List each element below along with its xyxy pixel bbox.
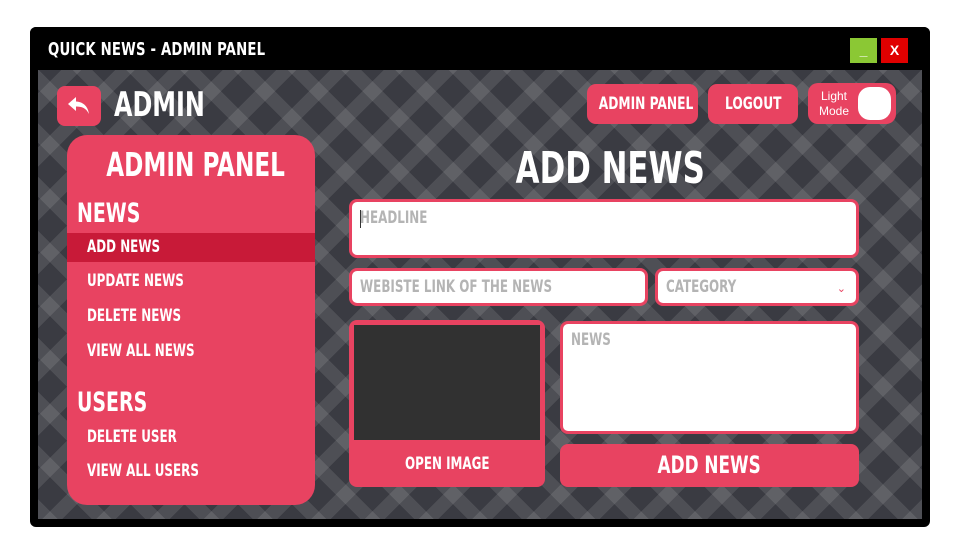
sidebar-item-delete-user[interactable]: DELETE USER [67, 423, 315, 452]
sidebar-item-add-news[interactable]: ADD NEWS [67, 233, 315, 262]
sidebar-item-label: UPDATE NEWS [87, 271, 184, 291]
sidebar-item-update-news[interactable]: UPDATE NEWS [67, 267, 315, 296]
headline-placeholder: HEADLINE [360, 208, 428, 228]
page-title: ADD NEWS [458, 146, 763, 192]
logout-button[interactable]: LOGOUT [708, 84, 798, 124]
sidebar-item-label: VIEW ALL USERS [87, 461, 199, 481]
website-link-placeholder: WEBISTE LINK OF THE NEWS [360, 277, 553, 297]
back-arrow-icon [68, 97, 89, 114]
sidebar-title: ADMIN PANEL [67, 147, 315, 183]
sidebar-item-delete-news[interactable]: DELETE NEWS [67, 302, 315, 331]
logout-button-label: LOGOUT [724, 94, 782, 114]
section-title: ADMIN [114, 85, 205, 125]
news-placeholder: NEWS [571, 330, 611, 350]
admin-panel-button-label: ADMIN PANEL [598, 94, 694, 114]
title-bar[interactable]: QUICK NEWS - ADMIN PANEL _ X [30, 27, 930, 70]
sidebar-item-label: ADD NEWS [87, 237, 161, 257]
headline-input[interactable]: HEADLINE [349, 199, 859, 258]
sidebar-item-view-all-news[interactable]: VIEW ALL NEWS [67, 337, 315, 366]
category-select[interactable]: CATEGORY ⌄ [655, 268, 859, 306]
open-image-button-label: OPEN IMAGE [404, 454, 490, 474]
sidebar-item-label: VIEW ALL NEWS [87, 341, 195, 361]
admin-panel-button[interactable]: ADMIN PANEL [587, 84, 698, 124]
toggle-knob[interactable] [858, 87, 891, 120]
minimize-button[interactable]: _ [850, 38, 877, 63]
sidebar-title-text: ADMIN PANEL [106, 145, 286, 184]
main-content: ADMIN ADMIN PANEL LOGOUT Light Mode ADMI… [38, 70, 922, 519]
sidebar-item-view-all-users[interactable]: VIEW ALL USERS [67, 457, 315, 486]
light-mode-label: Light Mode [818, 89, 850, 118]
chevron-down-icon[interactable]: ⌄ [837, 282, 846, 295]
window-title: QUICK NEWS - ADMIN PANEL [48, 39, 266, 60]
sidebar-item-label: DELETE NEWS [87, 306, 182, 326]
add-news-button[interactable]: ADD NEWS [560, 444, 859, 487]
admin-sidebar: ADMIN PANEL NEWS ADD NEWS UPDATE NEWS DE… [67, 135, 315, 505]
back-button[interactable] [57, 86, 101, 126]
website-link-input[interactable]: WEBISTE LINK OF THE NEWS [349, 268, 648, 306]
image-panel: OPEN IMAGE [349, 320, 545, 487]
category-placeholder: CATEGORY [666, 277, 737, 297]
sidebar-item-label: DELETE USER [87, 427, 177, 447]
app-window: QUICK NEWS - ADMIN PANEL _ X ADMIN ADMIN… [30, 27, 930, 527]
news-textarea[interactable]: NEWS [560, 321, 859, 434]
sidebar-section-users: USERS [77, 387, 148, 418]
image-preview [354, 325, 540, 440]
open-image-button[interactable]: OPEN IMAGE [349, 442, 545, 487]
sidebar-section-news: NEWS [77, 198, 141, 229]
light-mode-toggle[interactable]: Light Mode [808, 83, 896, 124]
page-title-text: ADD NEWS [515, 143, 706, 194]
add-news-button-label: ADD NEWS [657, 451, 762, 479]
close-button[interactable]: X [881, 38, 908, 63]
